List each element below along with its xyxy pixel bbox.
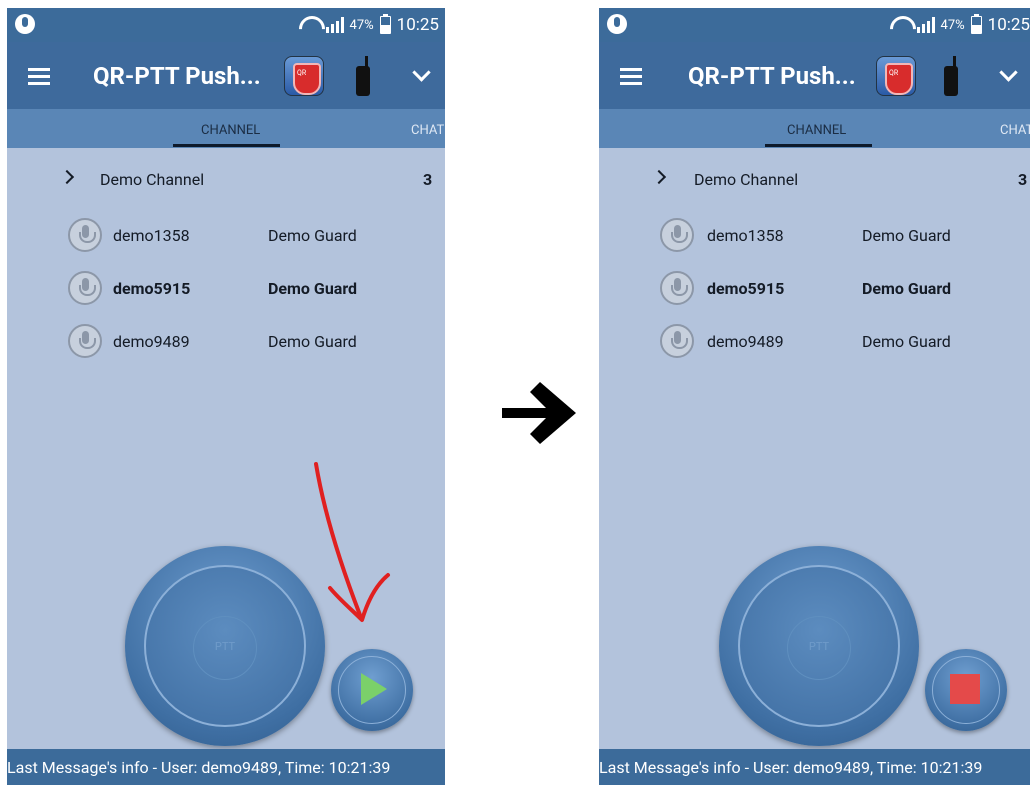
stop-icon [950,674,980,704]
clock: 10:25 [987,15,1030,35]
stop-button[interactable] [925,649,1007,731]
tab-channel[interactable]: CHANNEL [787,123,846,138]
app-title: QR-PTT Push... [688,62,856,90]
battery-icon [379,14,391,34]
last-message-bar: Last Message's info - User: demo9489, Ti… [7,749,445,785]
member-name: demo1358 [707,226,784,245]
status-bar: 47% 10:25 [599,8,1030,42]
tab-chat[interactable]: CHAT [411,123,444,138]
mic-icon [660,271,694,305]
member-name: demo5915 [113,279,191,298]
member-role: Demo Guard [268,279,358,298]
member-row[interactable]: demo9489 Demo Guard [7,324,445,362]
member-role: Demo Guard [862,332,951,351]
app-logo [876,56,916,96]
screenshot-after: 47% 10:25 QR-PTT Push... CHANNEL CHAT De… [599,8,1030,785]
annotation-arrow-icon [314,462,390,622]
mic-icon [68,324,102,358]
tab-bar: CHANNEL CHAT [7,109,445,148]
menu-icon[interactable] [620,68,642,85]
status-bar: 47% 10:25 [7,8,445,42]
member-role: Demo Guard [268,332,357,351]
battery-percent: 47% [349,17,374,33]
tab-chat[interactable]: CHAT [1000,123,1030,138]
play-icon [361,673,387,705]
channel-row[interactable]: Demo Channel 3 [599,163,1030,193]
channel-row[interactable]: Demo Channel 3 [7,163,445,193]
expand-icon[interactable] [651,169,667,185]
ptt-label: PTT [193,616,257,680]
signal-icon [325,17,344,33]
last-message-bar: Last Message's info - User: demo9489, Ti… [599,749,1030,785]
channel-name: Demo Channel [100,170,205,189]
tab-indicator [173,144,280,147]
ptt-label: PTT [787,616,851,680]
app-bar: QR-PTT Push... [7,42,445,109]
member-role: Demo Guard [862,226,951,245]
mic-icon [660,218,694,252]
mic-icon [68,271,102,305]
app-title: QR-PTT Push... [93,62,261,90]
expand-icon[interactable] [59,169,75,185]
member-row[interactable]: demo9489 Demo Guard [599,324,1030,362]
signal-icon [916,17,935,33]
clock: 10:25 [396,15,439,35]
channel-member-count: 3 [1018,170,1028,189]
member-role: Demo Guard [268,226,357,245]
ptt-button[interactable]: PTT [719,546,919,746]
app-bar: QR-PTT Push... [599,42,1030,109]
app-logo [284,56,324,96]
member-row[interactable]: demo5915 Demo Guard [7,271,445,309]
member-name: demo5915 [707,279,785,298]
member-name: demo9489 [113,332,190,351]
member-name: demo9489 [707,332,784,351]
notification-mic-icon [15,14,35,34]
member-role: Demo Guard [862,279,952,298]
arrow-right-icon [502,382,576,444]
wifi-icon [889,16,911,34]
radio-icon[interactable] [944,56,958,96]
member-row[interactable]: demo5915 Demo Guard [599,271,1030,309]
play-button[interactable] [331,649,413,731]
screenshot-before: 47% 10:25 QR-PTT Push... CHANNEL CHAT De… [7,8,445,785]
mic-icon [660,324,694,358]
tab-bar: CHANNEL CHAT [599,109,1030,148]
battery-icon [970,14,982,34]
battery-percent: 47% [940,17,965,33]
member-row[interactable]: demo1358 Demo Guard [7,218,445,256]
member-row[interactable]: demo1358 Demo Guard [599,218,1030,256]
radio-icon[interactable] [356,56,370,96]
channel-member-count: 3 [423,170,433,189]
ptt-button[interactable]: PTT [125,546,325,746]
menu-icon[interactable] [28,68,50,85]
chevron-down-icon[interactable] [999,63,1018,82]
chevron-down-icon[interactable] [412,63,431,82]
notification-mic-icon [607,14,627,34]
wifi-icon [298,16,320,34]
channel-name: Demo Channel [694,170,799,189]
mic-icon [68,218,102,252]
tab-indicator [765,144,872,147]
member-name: demo1358 [113,226,190,245]
tab-channel[interactable]: CHANNEL [201,123,260,138]
